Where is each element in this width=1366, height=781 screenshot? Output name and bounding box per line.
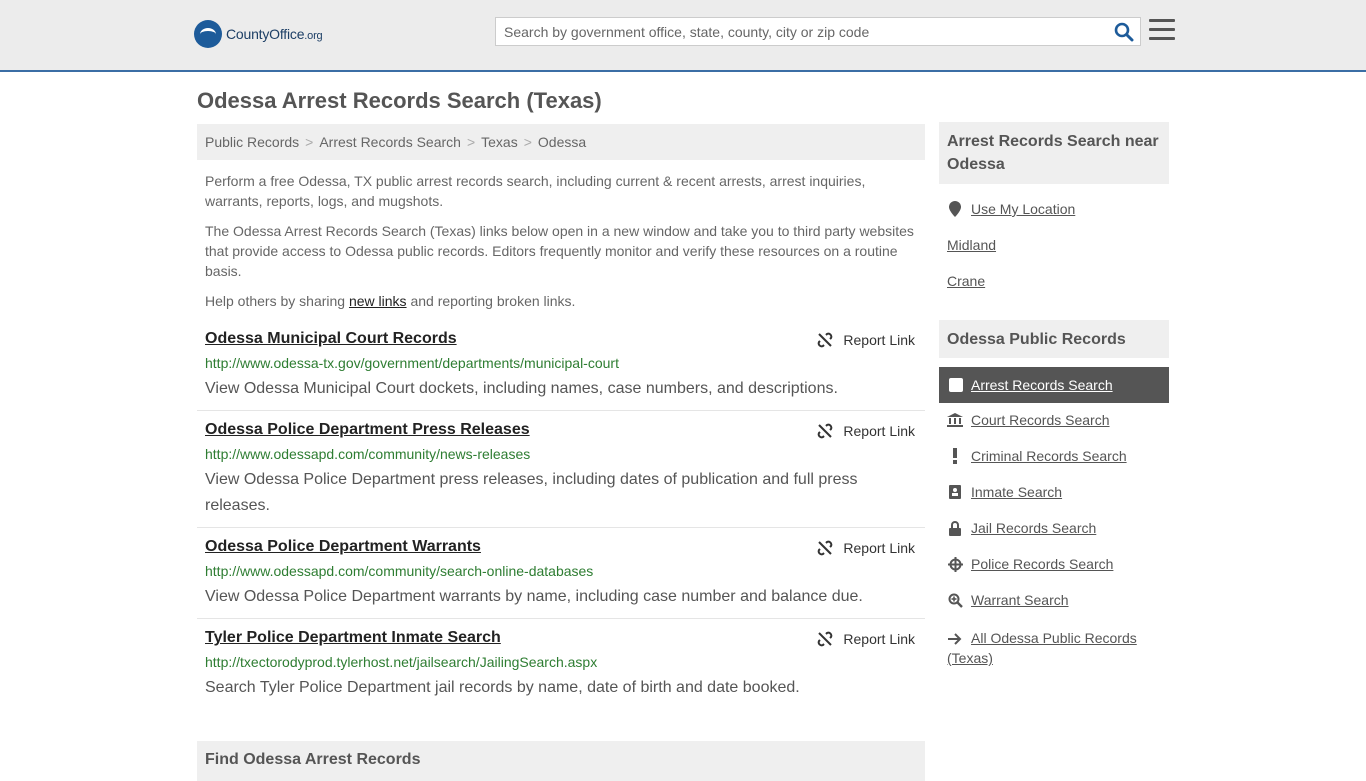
listing-url: http://www.odessapd.com/community/news-r… (205, 446, 531, 462)
id-badge-icon (947, 484, 963, 500)
near-city-link[interactable]: Crane (947, 273, 985, 289)
map-pin-icon (947, 201, 963, 217)
top-bar: CountyOffice.org (0, 0, 1366, 72)
hamburger-menu-icon[interactable] (1149, 19, 1175, 41)
checkbox-icon (949, 378, 963, 392)
crosshair-icon (947, 556, 963, 572)
intro-text: Perform a free Odessa, TX public arrest … (205, 171, 915, 321)
broken-link-icon (818, 423, 833, 439)
logo-seal-icon (194, 20, 222, 48)
report-link-button[interactable]: Report Link (817, 423, 915, 439)
intro-paragraph: The Odessa Arrest Records Search (Texas)… (205, 223, 914, 279)
breadcrumb-item[interactable]: Arrest Records Search (319, 134, 461, 150)
use-location-link[interactable]: Use My Location (947, 201, 1075, 217)
report-link-button[interactable]: Report Link (817, 332, 915, 348)
intro-paragraph: Perform a free Odessa, TX public arrest … (205, 173, 866, 209)
sidebar-item-police-records[interactable]: Police Records Search (947, 556, 1113, 572)
listing-title-link[interactable]: Tyler Police Department Inmate Search (205, 629, 501, 647)
listing: Odessa Police Department Press Releases … (197, 421, 925, 528)
sidebar-item-court-records[interactable]: Court Records Search (947, 412, 1110, 428)
find-records-heading: Find Odessa Arrest Records (197, 741, 925, 781)
intro-paragraph: Help others by sharing new links and rep… (205, 293, 576, 309)
sidebar-public-records-heading: Odessa Public Records (939, 320, 1169, 358)
listing-url: http://www.odessapd.com/community/search… (205, 563, 594, 579)
search-bar (495, 17, 1141, 46)
sidebar-item-warrant-search[interactable]: Warrant Search (947, 592, 1069, 608)
report-link-label: Report Link (843, 540, 915, 556)
logo-text: CountyOffice.org (226, 26, 323, 42)
breadcrumb-item[interactable]: Public Records (205, 134, 299, 150)
site-logo[interactable]: CountyOffice.org (194, 20, 323, 48)
sidebar-near-heading: Arrest Records Search near Odessa (939, 122, 1169, 184)
magnify-icon (947, 592, 963, 608)
listing-description: View Odessa Municipal Court dockets, inc… (205, 380, 838, 397)
sidebar-item-all-records[interactable]: All Odessa Public Records (Texas) (947, 628, 1167, 668)
listing-description: View Odessa Police Department warrants b… (205, 588, 863, 605)
listing: Odessa Police Department Warrants Report… (197, 538, 925, 619)
listing-description: View Odessa Police Department press rele… (205, 471, 858, 514)
breadcrumb-item[interactable]: Odessa (538, 134, 586, 150)
sidebar-item-jail-records[interactable]: Jail Records Search (947, 520, 1096, 536)
search-icon[interactable] (1114, 22, 1134, 42)
arrow-right-icon (947, 631, 963, 647)
report-link-button[interactable]: Report Link (817, 631, 915, 647)
near-city-link[interactable]: Midland (947, 237, 996, 253)
breadcrumb: Public Records > Arrest Records Search > Tex… (197, 124, 925, 160)
new-links-link[interactable]: new links (349, 293, 407, 309)
report-link-label: Report Link (843, 423, 915, 439)
report-link-button[interactable]: Report Link (817, 540, 915, 556)
listing-url: http://txectorodyprod.tylerhost.net/jail… (205, 654, 598, 670)
listing-title-link[interactable]: Odessa Municipal Court Records (205, 330, 457, 348)
breadcrumb-item[interactable]: Texas (481, 134, 518, 150)
listing: Odessa Municipal Court Records Report Li… (197, 330, 925, 411)
listing: Tyler Police Department Inmate Search Re… (197, 629, 925, 710)
courthouse-icon (947, 412, 963, 428)
listing-title-link[interactable]: Odessa Police Department Warrants (205, 538, 481, 556)
page-title: Odessa Arrest Records Search (Texas) (197, 88, 602, 113)
listing-title-link[interactable]: Odessa Police Department Press Releases (205, 421, 530, 439)
sidebar-item-inmate-search[interactable]: Inmate Search (947, 484, 1062, 500)
report-link-label: Report Link (843, 631, 915, 647)
sidebar-item-criminal-records[interactable]: Criminal Records Search (947, 448, 1127, 464)
sidebar-item-arrest-records[interactable]: Arrest Records Search (939, 367, 1169, 403)
lock-icon (947, 520, 963, 536)
broken-link-icon (818, 631, 833, 647)
search-input[interactable] (496, 18, 1096, 45)
listing-url: http://www.odessa-tx.gov/government/depa… (205, 355, 619, 371)
broken-link-icon (818, 540, 833, 556)
listing-description: Search Tyler Police Department jail reco… (205, 679, 800, 696)
broken-link-icon (818, 332, 833, 348)
report-link-label: Report Link (843, 332, 915, 348)
exclamation-icon (947, 448, 963, 464)
